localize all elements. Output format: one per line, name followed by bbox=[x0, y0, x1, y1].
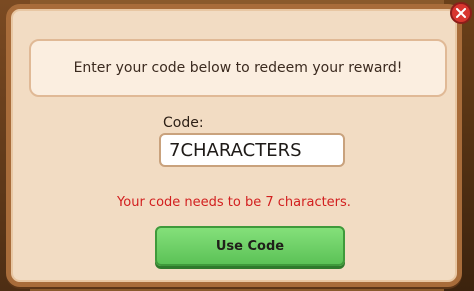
code-input[interactable] bbox=[159, 133, 345, 167]
instruction-banner: Enter your code below to redeem your rew… bbox=[29, 39, 447, 97]
use-code-label: Use Code bbox=[215, 238, 285, 254]
use-code-button[interactable]: Use Code bbox=[155, 226, 345, 266]
error-message: Your code needs to be 7 characters. bbox=[117, 195, 351, 210]
instruction-text: Enter your code below to redeem your rew… bbox=[73, 60, 403, 76]
close-icon bbox=[456, 8, 466, 18]
close-button[interactable] bbox=[450, 2, 472, 24]
redeem-dialog: Enter your code below to redeem your rew… bbox=[6, 4, 462, 287]
code-label: Code: bbox=[163, 115, 204, 131]
